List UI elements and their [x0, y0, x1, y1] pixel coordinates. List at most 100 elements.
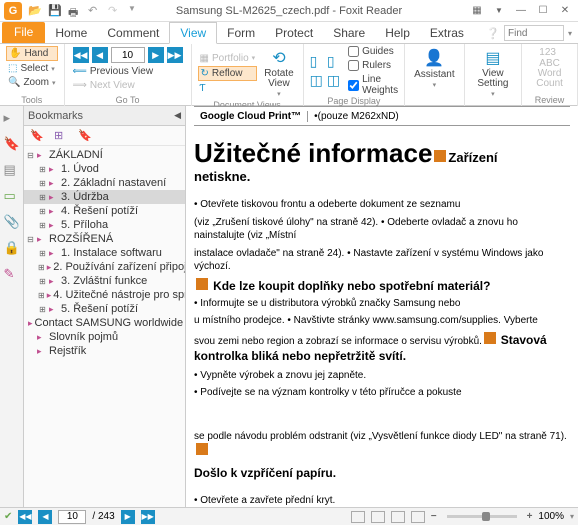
find-dropdown-icon[interactable]: ▾ — [568, 29, 572, 38]
page-layout-icon-3[interactable]: ▯ — [327, 53, 340, 70]
reflow-btn[interactable]: ↻Reflow — [198, 66, 258, 81]
prev-page-icon[interactable]: ◀ — [92, 47, 108, 63]
minimize-icon[interactable]: — — [512, 4, 530, 18]
bm-new-icon[interactable]: 🔖 — [30, 129, 44, 143]
bookmark-item[interactable]: ⊞▸3. Údržba — [24, 190, 185, 204]
next-view[interactable]: ⟹Next View — [71, 79, 185, 92]
bookmark-item[interactable]: ▸Contact SAMSUNG worldwide — [24, 316, 185, 330]
bookmark-item[interactable]: ⊞▸2. Používání zařízení připojeného p — [24, 260, 185, 274]
tree-twisty-icon[interactable]: ⊞ — [38, 277, 47, 286]
bookmark-item[interactable]: ▸Rejstřík — [24, 344, 185, 358]
hand-tool[interactable]: ✋Hand — [6, 46, 58, 61]
zoom-slider[interactable] — [447, 515, 517, 518]
qat-print-icon[interactable]: 🖶 — [68, 4, 82, 18]
rail-security-icon[interactable]: 🔒 — [4, 240, 20, 256]
select-tool[interactable]: ⬚Select▾ — [6, 62, 58, 75]
rail-pages-icon[interactable]: ▤ — [4, 162, 20, 178]
guides-check[interactable]: Guides — [348, 46, 398, 57]
rail-toggle-icon[interactable]: ▸ — [4, 110, 20, 126]
tab-comment[interactable]: Comment — [97, 23, 169, 43]
bookmarks-tree[interactable]: ⊟▸ZÁKLADNÍ⊞▸1. Úvod⊞▸2. Základní nastave… — [24, 146, 185, 507]
document-view[interactable]: Google Cloud Print™ •(pouze M262xND) Uži… — [186, 106, 578, 507]
bookmark-item[interactable]: ▸Slovník pojmů — [24, 330, 185, 344]
tab-home[interactable]: Home — [45, 23, 97, 43]
tree-twisty-icon[interactable]: ⊞ — [38, 305, 47, 314]
bookmark-item[interactable]: ⊟▸ZÁKLADNÍ — [24, 148, 185, 162]
assistant-btn[interactable]: 👤Assistant▾ — [411, 46, 458, 91]
tab-view[interactable]: View — [169, 22, 217, 44]
tab-form[interactable]: Form — [217, 23, 265, 43]
maximize-icon[interactable]: ☐ — [534, 4, 552, 18]
tab-help[interactable]: Help — [375, 23, 420, 43]
bookmark-item[interactable]: ⊞▸5. Řešení potíží — [24, 302, 185, 316]
status-last-icon[interactable]: ▶▶ — [141, 510, 155, 524]
tree-twisty-icon[interactable]: ⊞ — [38, 221, 47, 230]
rail-attach-icon[interactable]: 📎 — [4, 214, 20, 230]
view-mode-2-icon[interactable] — [371, 511, 385, 523]
tree-twisty-icon[interactable]: ⊞ — [38, 263, 45, 272]
ribbon-opts-icon[interactable]: ▦ — [468, 4, 486, 18]
rotate-view-btn[interactable]: ⟲Rotate View▾ — [261, 46, 296, 100]
tab-extras[interactable]: Extras — [420, 23, 474, 43]
zoom-dropdown-icon[interactable]: ▾ — [570, 512, 574, 521]
prev-view[interactable]: ⟸Previous View — [71, 65, 185, 78]
portfolio-btn[interactable]: ▦Portfolio▾ — [198, 52, 258, 65]
status-page-input[interactable] — [58, 510, 86, 524]
status-first-icon[interactable]: ◀◀ — [18, 510, 32, 524]
zoom-out-icon[interactable]: − — [431, 511, 437, 522]
help-icon[interactable]: ❔ — [486, 27, 500, 40]
page-layout-icon-4[interactable]: ◫ — [327, 72, 340, 89]
view-mode-1-icon[interactable] — [351, 511, 365, 523]
qat-dropdown-icon[interactable]: ▼ — [128, 4, 142, 18]
view-setting-btn[interactable]: ▤View Setting▾ — [471, 46, 515, 100]
qat-save-icon[interactable]: 💾 — [48, 4, 62, 18]
bookmark-item[interactable]: ⊞▸4. Užitečné nástroje pro správu — [24, 288, 185, 302]
tree-twisty-icon[interactable]: ⊞ — [38, 193, 47, 202]
tab-file[interactable]: File — [2, 22, 45, 43]
zoom-in-icon[interactable]: + — [527, 511, 533, 522]
tree-twisty-icon[interactable]: ⊟ — [26, 235, 35, 244]
bookmark-item[interactable]: ⊞▸2. Základní nastavení — [24, 176, 185, 190]
zoom-tool[interactable]: 🔍Zoom▾ — [6, 76, 58, 89]
tree-twisty-icon[interactable]: ⊟ — [26, 151, 35, 160]
last-page-icon[interactable]: ▶▶ — [167, 47, 183, 63]
status-next-icon[interactable]: ▶ — [121, 510, 135, 524]
page-input[interactable] — [111, 47, 145, 63]
tree-twisty-icon[interactable]: ⊞ — [38, 291, 45, 300]
tab-share[interactable]: Share — [323, 23, 375, 43]
next-page-icon[interactable]: ▶ — [148, 47, 164, 63]
bookmark-item[interactable]: ⊞▸5. Příloha — [24, 218, 185, 232]
page-layout-icon-2[interactable]: ◫ — [310, 72, 323, 89]
qat-open-icon[interactable]: 📂 — [28, 4, 42, 18]
status-trust-icon[interactable]: ✔ — [4, 511, 12, 522]
first-page-icon[interactable]: ◀◀ — [73, 47, 89, 63]
bm-locate-icon[interactable]: 🔖 — [78, 129, 92, 143]
rail-signature-icon[interactable]: ✎ — [4, 266, 20, 282]
panel-collapse-icon[interactable]: ◀ — [174, 110, 181, 121]
bookmark-item[interactable]: ⊞▸1. Úvod — [24, 162, 185, 176]
word-count-btn[interactable]: 123ABCWord Count — [528, 46, 571, 91]
close-icon[interactable]: ✕ — [556, 4, 574, 18]
ribbon-min-icon[interactable]: ▼ — [490, 4, 508, 18]
bookmark-item[interactable]: ⊞▸3. Zvláštní funkce — [24, 274, 185, 288]
view-mode-4-icon[interactable] — [411, 511, 425, 523]
tree-twisty-icon[interactable]: ⊞ — [38, 165, 47, 174]
lineweights-check[interactable]: Line Weights — [348, 74, 398, 96]
rail-comments-icon[interactable]: ▭ — [4, 188, 20, 204]
tree-twisty-icon[interactable]: ⊞ — [38, 207, 47, 216]
tree-twisty-icon[interactable]: ⊞ — [38, 249, 47, 258]
tab-protect[interactable]: Protect — [265, 23, 323, 43]
bm-expand-icon[interactable]: ⊞ — [54, 129, 68, 143]
tree-twisty-icon[interactable]: ⊞ — [38, 179, 47, 188]
text-viewer-btn[interactable]: Ƭ — [198, 82, 258, 95]
find-input[interactable] — [504, 25, 564, 41]
status-prev-icon[interactable]: ◀ — [38, 510, 52, 524]
page-layout-icon-1[interactable]: ▯ — [310, 53, 323, 70]
qat-redo-icon[interactable]: ↷ — [108, 4, 122, 18]
rail-bookmarks-icon[interactable]: 🔖 — [4, 136, 20, 152]
app-icon[interactable]: G — [4, 2, 22, 20]
rulers-check[interactable]: Rulers — [348, 60, 398, 71]
bookmark-item[interactable]: ⊟▸ROZŠÍŘENÁ — [24, 232, 185, 246]
bookmark-item[interactable]: ⊞▸4. Řešení potíží — [24, 204, 185, 218]
view-mode-3-icon[interactable] — [391, 511, 405, 523]
